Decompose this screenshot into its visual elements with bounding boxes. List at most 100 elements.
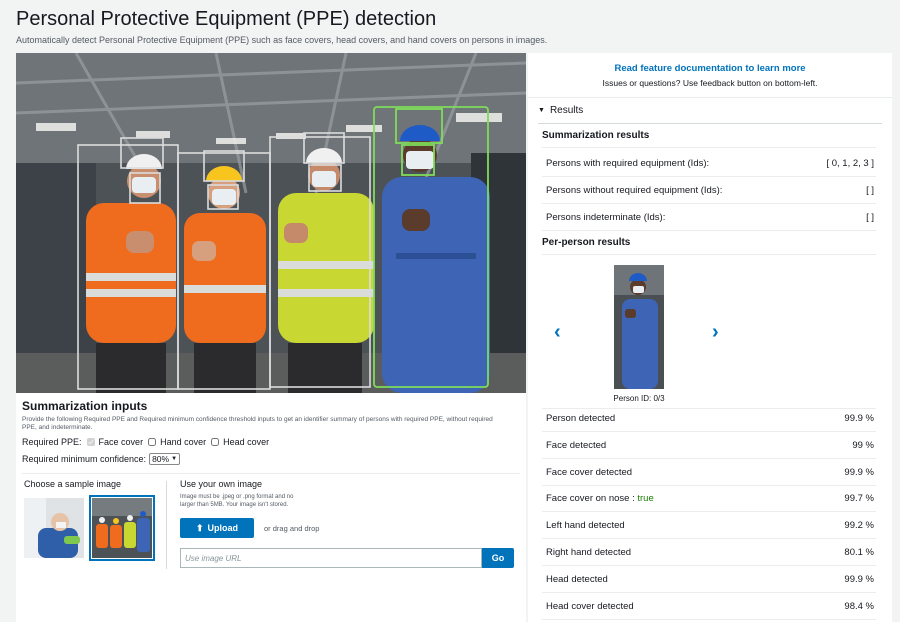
workers-scene <box>16 53 526 393</box>
person-metric-row: Head detected 99.9 % <box>542 574 876 585</box>
analyzed-image <box>16 53 526 393</box>
confidence-label: Required minimum confidence: <box>22 454 147 464</box>
go-button[interactable]: Go <box>482 548 514 568</box>
page-title: Personal Protective Equipment (PPE) dete… <box>16 8 437 30</box>
row-divider <box>542 565 876 566</box>
head-cover-label: Head cover <box>223 437 270 447</box>
row-divider <box>542 538 876 539</box>
person-metric-row: Person detected 99.9 % <box>542 413 876 424</box>
required-ppe-row: Required PPE: Face cover Hand cover Head… <box>22 437 522 447</box>
summary-value: [ 0, 1, 2, 3 ] <box>826 158 874 169</box>
sample-image-1[interactable] <box>24 498 84 558</box>
summary-row-with-equipment: Persons with required equipment (Ids): [… <box>542 158 876 169</box>
next-person-arrow[interactable]: › <box>712 321 719 344</box>
summarization-description: Provide the following Required PPE and R… <box>22 416 493 431</box>
metric-value: 99.9 % <box>844 467 874 478</box>
row-divider <box>542 203 876 204</box>
metric-label: Face cover detected <box>546 467 633 478</box>
results-toggle[interactable]: ▼ Results <box>538 105 583 116</box>
head-cover-checkbox[interactable] <box>211 438 220 446</box>
summarization-title: Summarization inputs <box>22 399 148 413</box>
metric-label: Face cover on nose : true <box>542 493 654 504</box>
metric-label: Person detected <box>546 413 616 424</box>
row-divider <box>542 147 876 148</box>
page: Personal Protective Equipment (PPE) dete… <box>0 0 900 622</box>
image-url-input[interactable]: Use image URL <box>180 548 482 568</box>
person-metric-row: Face cover on nose : true 99.7 % <box>542 493 876 504</box>
metric-value: 99 % <box>852 440 874 451</box>
sample-image-2[interactable] <box>89 495 155 561</box>
upload-button[interactable]: ⬆ Upload <box>180 518 254 538</box>
summarization-results-title: Summarization results <box>542 130 650 141</box>
metric-value: 99.9 % <box>844 413 874 424</box>
upload-divider <box>166 481 167 569</box>
row-divider <box>542 511 876 512</box>
results-header: Results <box>549 105 584 116</box>
confidence-value: 80% <box>152 454 170 464</box>
face-cover-checkbox[interactable] <box>86 438 95 446</box>
required-ppe-label: Required PPE: <box>22 437 82 447</box>
metric-value: 99.2 % <box>844 520 874 531</box>
person-crop-picture <box>614 265 664 389</box>
confidence-row: Required minimum confidence: 80% ▼ <box>22 453 522 465</box>
person-metric-row: Face detected 99 % <box>542 440 876 451</box>
metric-value: 99.7 % <box>844 493 874 504</box>
metric-label: Right hand detected <box>546 547 632 558</box>
summary-row-indeterminate: Persons indeterminate (Ids): [ ] <box>542 212 876 223</box>
metric-label: Head cover detected <box>546 601 634 612</box>
image-url-placeholder: Use image URL <box>185 553 242 563</box>
doc-divider <box>528 97 892 98</box>
person-metric-row: Left hand detected 99.2 % <box>542 520 876 531</box>
face-cover-label: Face cover <box>98 437 144 447</box>
inputs-divider <box>22 473 520 474</box>
chevron-down-icon: ▼ <box>171 456 178 462</box>
per-person-results-title: Per-person results <box>542 237 631 248</box>
metric-flag: true <box>637 493 654 504</box>
hand-cover-checkbox[interactable] <box>148 438 157 446</box>
confidence-select[interactable]: 80% ▼ <box>149 453 181 465</box>
sample-images-label: Choose a sample image <box>24 479 122 489</box>
upload-icon: ⬆ <box>195 522 204 533</box>
feedback-note: Issues or questions? Use feedback button… <box>602 78 818 88</box>
image-panel: Summarization inputs Provide the followi… <box>16 53 526 622</box>
documentation-link[interactable]: Read feature documentation to learn more <box>528 63 892 74</box>
row-divider <box>542 431 876 432</box>
row-divider <box>542 176 876 177</box>
metric-value: 99.9 % <box>844 574 874 585</box>
own-image-section: Use your own image Image must be .jpeg o… <box>180 479 514 568</box>
metric-label: Head detected <box>546 574 608 585</box>
metric-label: Left hand detected <box>546 520 625 531</box>
summary-row-without-equipment: Persons without required equipment (Ids)… <box>542 185 876 196</box>
metric-value: 98.4 % <box>844 601 874 612</box>
caret-down-icon: ▼ <box>538 107 545 114</box>
drag-drop-hint: or drag and drop <box>264 523 320 533</box>
row-divider <box>542 485 876 486</box>
person-metric-row: Face cover detected 99.9 % <box>542 467 876 478</box>
own-image-label: Use your own image <box>180 479 263 489</box>
person-id-label: Person ID: 0/3 <box>613 394 665 403</box>
row-divider <box>542 230 876 231</box>
results-divider <box>538 123 882 124</box>
summary-value: [ ] <box>866 212 874 223</box>
upload-button-label: Upload <box>207 523 239 533</box>
person-crop-image <box>614 265 664 389</box>
hand-cover-label: Hand cover <box>160 437 207 447</box>
row-divider <box>542 458 876 459</box>
metric-value: 80.1 % <box>844 547 874 558</box>
sample-image-2-picture <box>92 498 152 558</box>
metric-label: Face detected <box>546 440 607 451</box>
summary-label: Persons indeterminate (Ids): <box>546 212 666 223</box>
summary-value: [ ] <box>866 185 874 196</box>
person-metric-row: Right hand detected 80.1 % <box>542 547 876 558</box>
page-subtitle: Automatically detect Personal Protective… <box>16 35 548 45</box>
row-divider <box>542 254 876 255</box>
previous-person-arrow[interactable]: ‹ <box>554 321 561 344</box>
summary-label: Persons without required equipment (Ids)… <box>546 185 723 196</box>
sample-images: Choose a sample image <box>24 479 155 561</box>
row-divider <box>542 619 876 620</box>
summarization-inputs: Summarization inputs Provide the followi… <box>22 399 522 465</box>
metric-label-text: Face cover on nose : <box>546 493 638 504</box>
own-image-note: Image must be .jpeg or .png format and n… <box>180 494 294 508</box>
row-divider <box>542 408 876 409</box>
row-divider <box>542 592 876 593</box>
